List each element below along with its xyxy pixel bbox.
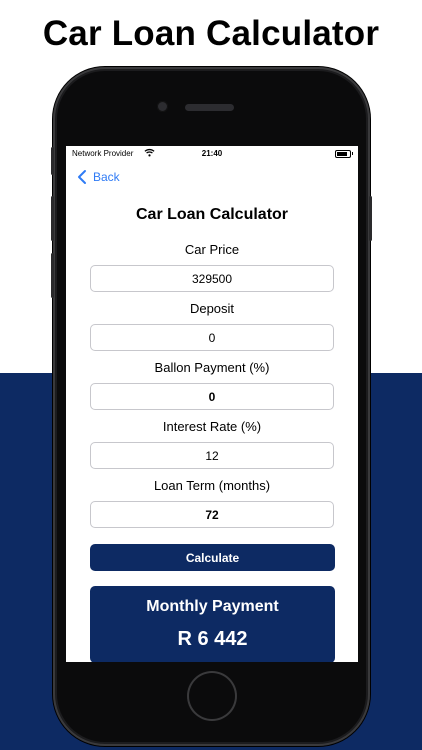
status-time: 21:40	[201, 149, 223, 158]
monthly-payment-card: Monthly Payment R 6 442	[90, 586, 335, 662]
side-button-power	[369, 196, 372, 241]
chevron-left-icon	[78, 170, 86, 184]
calculate-button[interactable]: Calculate	[90, 544, 335, 571]
side-button-volume-up	[51, 196, 54, 241]
app-screen: Network Provider 21:40 Back Car Loan Cal…	[66, 146, 358, 662]
home-button[interactable]	[187, 671, 237, 721]
screen-title: Car Loan Calculator	[135, 206, 289, 223]
balloon-payment-label: Ballon Payment (%)	[154, 360, 270, 375]
loan-term-input[interactable]	[90, 501, 334, 528]
car-price-label: Car Price	[184, 242, 240, 257]
back-label: Back	[93, 170, 120, 184]
side-button-volume-down	[51, 253, 54, 298]
monthly-payment-label: Monthly Payment	[146, 598, 279, 615]
front-camera	[157, 101, 168, 112]
loan-term-label: Loan Term (months)	[153, 478, 271, 493]
car-price-input[interactable]	[90, 265, 334, 292]
battery-icon	[335, 150, 351, 158]
back-button[interactable]: Back	[75, 168, 120, 186]
side-button-mute	[51, 147, 54, 175]
deposit-label: Deposit	[189, 301, 235, 316]
promo-title: Car Loan Calculator	[42, 14, 380, 53]
deposit-input[interactable]	[90, 324, 334, 351]
interest-rate-label: Interest Rate (%)	[162, 419, 262, 434]
interest-rate-input[interactable]	[90, 442, 334, 469]
balloon-payment-input[interactable]	[90, 383, 334, 410]
earpiece-speaker	[185, 104, 234, 111]
monthly-payment-value: R 6 442	[177, 628, 248, 650]
status-bar: Network Provider 21:40	[66, 146, 358, 162]
battery-tip	[352, 152, 353, 155]
